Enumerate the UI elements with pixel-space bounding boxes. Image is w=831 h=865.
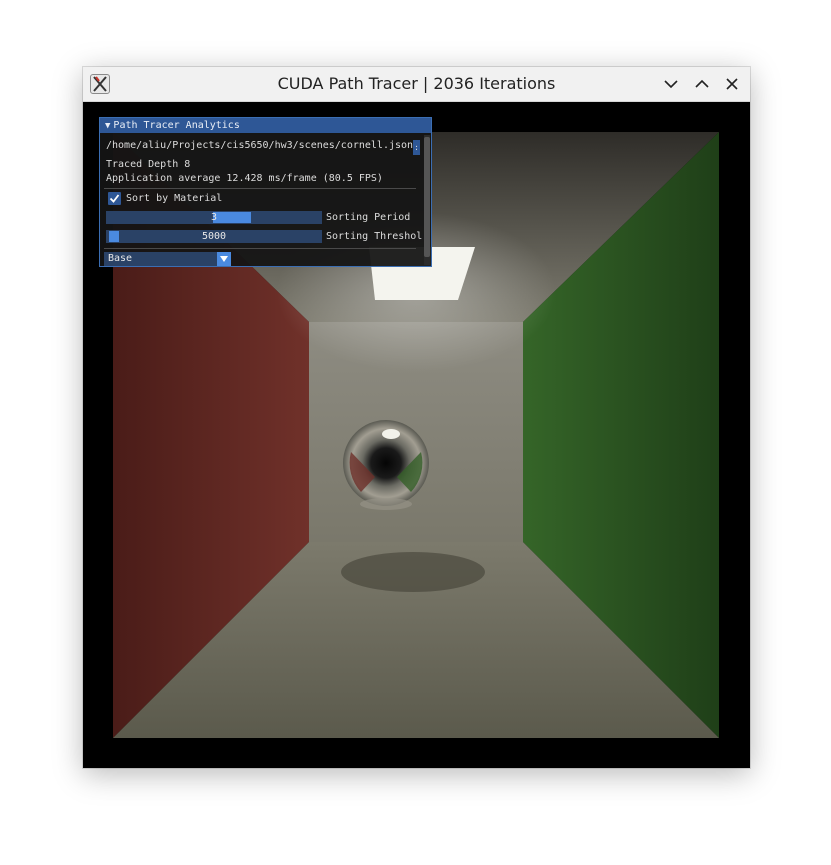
panel-header[interactable]: ▼ Path Tracer Analytics bbox=[100, 118, 431, 133]
separator bbox=[104, 188, 416, 189]
maximize-button[interactable] bbox=[692, 74, 712, 94]
mode-select-arrow[interactable] bbox=[217, 252, 231, 266]
checkmark-icon bbox=[109, 194, 120, 203]
sorting-threshold-slider[interactable]: 5000 bbox=[106, 230, 322, 243]
close-button[interactable] bbox=[722, 74, 742, 94]
sorting-period-slider[interactable]: 3 bbox=[106, 211, 322, 224]
path-scroll-indicator[interactable]: : bbox=[413, 140, 420, 155]
collapse-triangle-icon[interactable]: ▼ bbox=[105, 121, 110, 131]
render-viewport[interactable]: ▼ Path Tracer Analytics /home/aliu/Projec… bbox=[83, 102, 750, 768]
mode-select[interactable]: Base bbox=[104, 252, 231, 266]
app-average-text: Application average 12.428 ms/frame (80.… bbox=[106, 173, 383, 184]
app-window: CUDA Path Tracer | 2036 Iterations ▼ Pat… bbox=[83, 67, 750, 768]
maximize-icon bbox=[695, 79, 709, 88]
title-bar[interactable]: CUDA Path Tracer | 2036 Iterations bbox=[83, 67, 750, 102]
window-title: CUDA Path Tracer | 2036 Iterations bbox=[277, 74, 556, 93]
panel-title: Path Tracer Analytics bbox=[113, 120, 240, 131]
sorting-period-value: 3 bbox=[210, 212, 218, 223]
chevron-down-icon bbox=[220, 256, 228, 262]
minimize-icon bbox=[664, 80, 678, 89]
separator bbox=[104, 248, 416, 249]
scene-path-text: /home/aliu/Projects/cis5650/hw3/scenes/c… bbox=[106, 140, 414, 151]
sphere-shadow bbox=[341, 552, 485, 592]
sorting-threshold-value: 5000 bbox=[201, 231, 227, 242]
sorting-threshold-label: Sorting Threshol bbox=[326, 231, 423, 242]
sort-by-material-label: Sort by Material bbox=[126, 193, 223, 204]
sorting-period-label: Sorting Period bbox=[326, 212, 411, 223]
traced-depth-text: Traced Depth 8 bbox=[106, 159, 191, 170]
panel-scrollbar[interactable] bbox=[424, 135, 430, 265]
close-icon bbox=[726, 78, 738, 90]
analytics-panel[interactable]: ▼ Path Tracer Analytics /home/aliu/Projec… bbox=[99, 117, 432, 267]
mode-select-value: Base bbox=[108, 253, 133, 264]
sort-by-material-checkbox[interactable] bbox=[108, 192, 121, 205]
minimize-button[interactable] bbox=[661, 74, 681, 94]
scrollbar-thumb[interactable] bbox=[424, 137, 430, 257]
